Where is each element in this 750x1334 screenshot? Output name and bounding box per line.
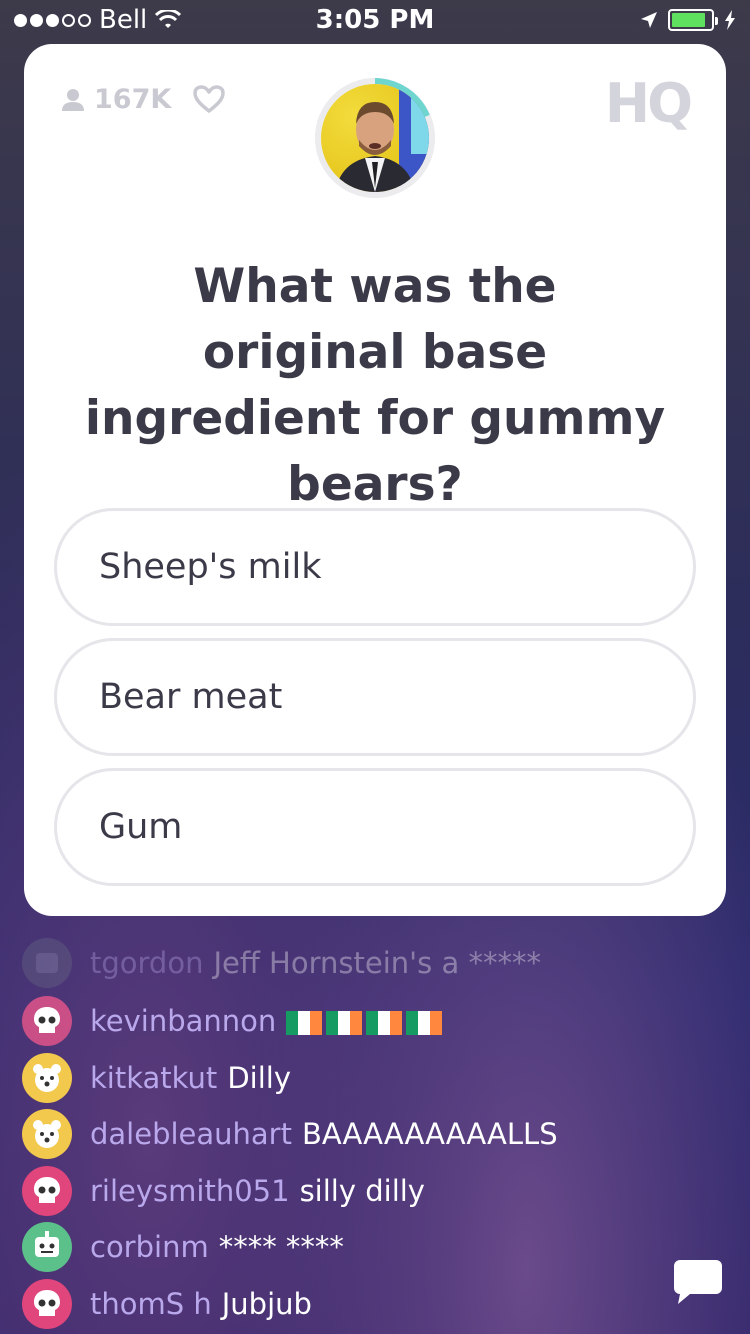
charging-bolt-icon xyxy=(725,10,735,30)
chat-message: thomS h Jubjub xyxy=(22,1279,312,1329)
chat-text: Jubjub xyxy=(221,1287,312,1321)
chat-username: kevinbannon xyxy=(90,1004,277,1038)
ireland-flag-icon xyxy=(366,1011,403,1035)
chat-username: thomS h xyxy=(90,1287,212,1321)
chat-username: dalebleauhart xyxy=(90,1117,292,1151)
chat-text xyxy=(286,1004,446,1038)
chat-message: kevinbannon xyxy=(22,996,446,1046)
ireland-flag-icon xyxy=(286,1011,323,1035)
chat-bubble-icon[interactable] xyxy=(672,1258,724,1306)
status-right xyxy=(640,9,736,31)
chat-username: tgordon xyxy=(90,946,204,980)
viewer-count: 167K xyxy=(60,84,171,115)
status-left: Bell xyxy=(14,5,182,35)
hq-logo: HQ xyxy=(604,72,693,135)
answer-option-1[interactable]: Sheep's milk xyxy=(54,508,696,626)
carrier-label: Bell xyxy=(99,5,148,35)
chat-text: BAAAAAAAAALLS xyxy=(301,1117,558,1151)
chat-message: tgordon Jeff Hornstein's a ***** xyxy=(22,938,541,988)
answer-label: Gum xyxy=(99,807,183,847)
chat-username: corbinm xyxy=(90,1230,209,1264)
ireland-flag-icon xyxy=(326,1011,363,1035)
person-icon xyxy=(62,88,84,111)
answer-label: Sheep's milk xyxy=(99,547,322,587)
chat-username: kitkatkut xyxy=(90,1061,218,1095)
question-card: 167K HQ What was the original base ingre… xyxy=(24,44,726,916)
skull-avatar-icon xyxy=(22,1279,72,1329)
answer-option-3[interactable]: Gum xyxy=(54,768,696,886)
viewer-count-label: 167K xyxy=(94,84,172,115)
chat-text: Dilly xyxy=(227,1061,291,1095)
bear-avatar-icon xyxy=(22,1109,72,1159)
skull-avatar-icon xyxy=(22,1166,72,1216)
bear-avatar-icon xyxy=(22,1053,72,1103)
answer-option-2[interactable]: Bear meat xyxy=(54,638,696,756)
ireland-flag-icon xyxy=(406,1011,443,1035)
battery-icon xyxy=(668,9,718,31)
robot-avatar-icon xyxy=(22,1222,72,1272)
chat-message: rileysmith051 silly dilly xyxy=(22,1166,425,1216)
host-photo xyxy=(321,84,429,192)
user-avatar-icon xyxy=(22,938,72,988)
chat-text: silly dilly xyxy=(299,1174,425,1208)
location-arrow-icon xyxy=(641,12,657,28)
chat-text: **** **** xyxy=(218,1230,344,1264)
chat-text: Jeff Hornstein's a ***** xyxy=(213,946,541,980)
signal-strength-icon xyxy=(14,13,91,27)
chat-message: corbinm **** **** xyxy=(22,1222,344,1272)
chat-message: dalebleauhart BAAAAAAAAALLS xyxy=(22,1109,558,1159)
question-text: What was the original base ingredient fo… xyxy=(84,259,666,512)
host-avatar xyxy=(315,78,435,198)
status-bar: Bell 3:05 PM xyxy=(0,0,750,40)
skull-avatar-icon xyxy=(22,996,72,1046)
chat-message: kitkatkut Dilly xyxy=(22,1053,291,1103)
heart-icon[interactable] xyxy=(192,84,226,114)
host-figure-icon xyxy=(335,84,429,192)
wifi-icon xyxy=(155,10,182,28)
answer-label: Bear meat xyxy=(99,677,283,717)
chat-username: rileysmith051 xyxy=(90,1174,290,1208)
